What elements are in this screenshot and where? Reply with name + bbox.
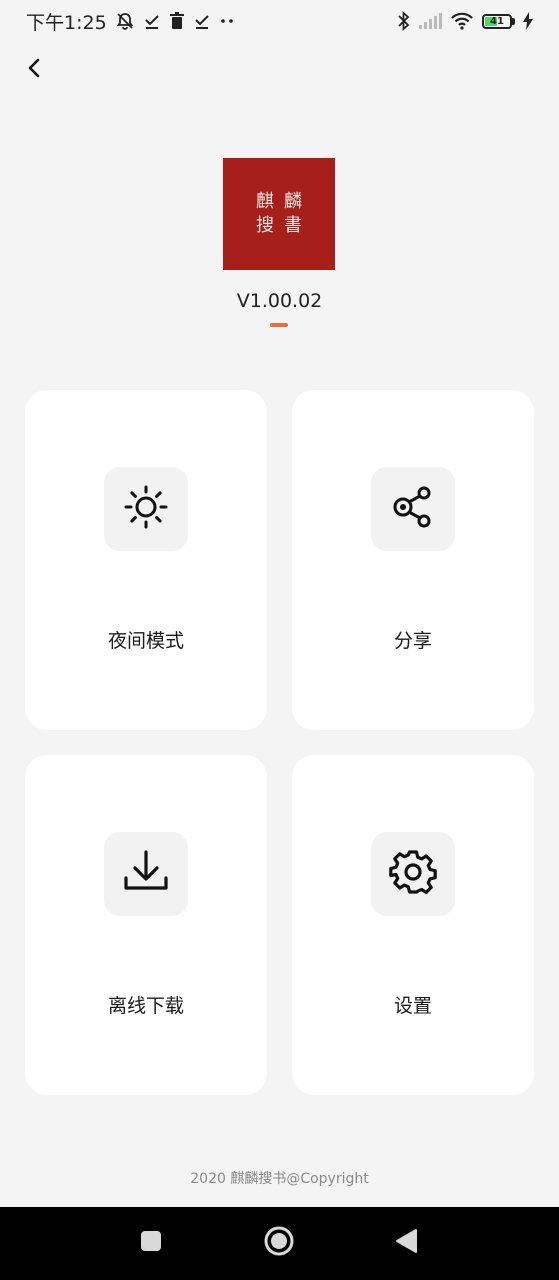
gear-icon [389,848,437,900]
logo-char: 書 [284,215,302,236]
home-circle-icon [263,1225,295,1261]
status-right: 41 [398,11,533,31]
logo-char: 搜 [256,215,274,236]
settings-label: 设置 [393,995,432,1017]
trash-icon [169,12,185,30]
status-time: 下午1:25 [26,11,107,34]
logo-char: 麒 [256,191,274,212]
battery-level: 41 [490,15,504,27]
offline-download-icon-box [104,832,188,916]
recents-square-icon [139,1229,163,1257]
mute-bell-icon [115,11,135,31]
share-label: 分享 [393,630,432,652]
share-icon-box [371,467,455,551]
status-bar: 下午1:25 41 [0,0,559,42]
cell-signal-icon [418,13,442,29]
logo-char: 麟 [284,191,302,212]
check-icon [143,12,161,30]
more-dots-icon [219,16,235,26]
version-text: V1.00.02 [236,290,323,312]
status-left: 下午1:25 [26,8,235,35]
recents-button[interactable] [133,1225,169,1261]
charging-icon [523,12,533,30]
system-nav-bar [0,1207,559,1280]
settings-icon-box [371,832,455,916]
battery-icon: 41 [482,13,515,29]
settings-card[interactable]: 设置 [292,755,534,1095]
offline-download-label: 离线下载 [107,995,184,1017]
share-card[interactable]: 分享 [292,390,534,730]
logo-seal-text: 麒 麟 搜 書 [254,191,304,237]
wifi-icon [450,12,474,30]
bluetooth-icon [398,11,410,31]
check-icon [193,12,211,30]
back-button[interactable] [16,52,52,88]
app-logo: 麒 麟 搜 書 [223,158,335,270]
system-back-button[interactable] [388,1225,424,1261]
night-mode-icon-box [104,467,188,551]
home-button[interactable] [261,1225,297,1261]
back-triangle-icon [394,1228,418,1258]
version-underline [270,323,288,327]
night-mode-label: 夜间模式 [107,630,184,652]
night-mode-card[interactable]: 夜间模式 [25,390,267,730]
sun-icon [122,483,170,535]
download-icon [122,848,170,900]
share-icon [389,483,437,535]
copyright-footer: 2020 麒麟搜书@Copyright [190,1171,369,1187]
offline-download-card[interactable]: 离线下载 [25,755,267,1095]
chevron-left-icon [26,57,42,83]
